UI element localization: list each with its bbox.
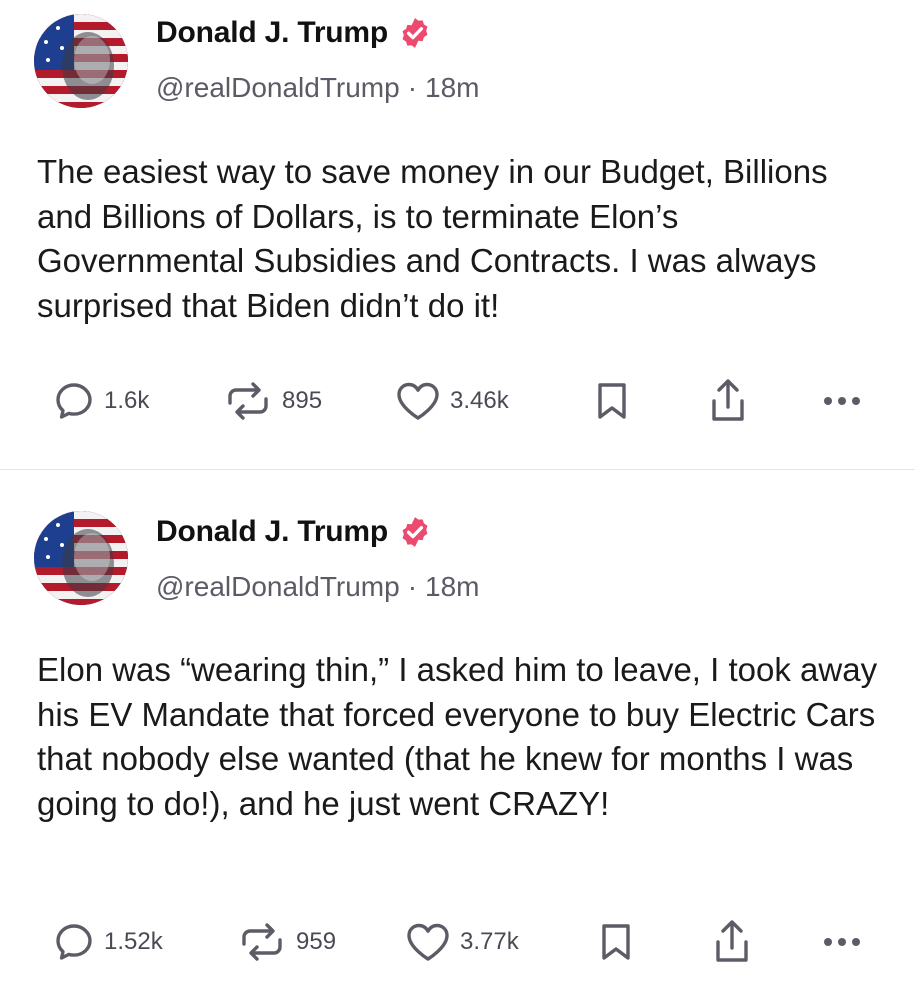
reply-count: 1.52k [104,928,163,955]
reply-icon [56,924,92,960]
share-icon [716,920,748,962]
more-options-button[interactable] [822,376,866,426]
like-count: 3.77k [460,928,519,955]
post-timestamp[interactable]: 18m [425,72,479,104]
post-actions: 1.6k 895 3.46k [0,376,915,426]
post[interactable]: Donald J. Trump @realDonaldTrump · 18m T… [0,0,915,470]
avatar[interactable] [34,14,128,108]
repost-icon [242,923,282,961]
verified-badge-icon [402,18,428,48]
post-actions: 1.52k 959 3.77k [0,917,915,967]
separator-dot: · [407,72,418,103]
handle-row: @realDonaldTrump · 18m [156,571,480,603]
feed: Donald J. Trump @realDonaldTrump · 18m T… [0,0,915,1000]
post-text: The easiest way to save money in our Bud… [37,153,828,324]
author-handle[interactable]: @realDonaldTrump [156,571,400,603]
bookmark-button[interactable] [596,376,628,426]
verified-badge-icon [402,517,428,547]
bookmark-button[interactable] [600,917,632,967]
share-icon [712,379,744,421]
repost-icon [228,382,268,420]
flag-portrait-avatar-icon [34,511,128,605]
more-icon [824,397,860,405]
handle-row: @realDonaldTrump · 18m [156,72,480,104]
like-button[interactable]: 3.46k [394,376,509,426]
reply-button[interactable]: 1.52k [52,917,163,967]
reply-button[interactable]: 1.6k [52,376,149,426]
more-icon [824,938,860,946]
avatar[interactable] [34,511,128,605]
author-row: Donald J. Trump [156,16,432,50]
like-button[interactable]: 3.77k [404,917,519,967]
repost-button[interactable]: 959 [236,917,336,967]
post[interactable]: Donald J. Trump @realDonaldTrump · 18m E… [0,471,915,1000]
reply-icon [56,383,92,419]
reply-count: 1.6k [104,387,150,414]
post-text: Elon was “wearing thin,” I asked him to … [37,651,878,822]
author-row: Donald J. Trump [156,515,432,549]
separator-dot: · [407,571,418,602]
author-name[interactable]: Donald J. Trump [156,515,388,549]
bookmark-icon [598,383,626,419]
share-button[interactable] [710,917,754,967]
like-count: 3.46k [450,387,509,414]
bookmark-icon [602,924,630,960]
author-name[interactable]: Donald J. Trump [156,16,388,50]
repost-count: 959 [296,928,337,955]
share-button[interactable] [706,376,750,426]
more-options-button[interactable] [822,917,866,967]
heart-icon [407,923,449,961]
author-handle[interactable]: @realDonaldTrump [156,72,400,104]
post-timestamp[interactable]: 18m [425,571,479,603]
heart-icon [397,382,439,420]
repost-button[interactable]: 895 [222,376,322,426]
flag-portrait-avatar-icon [34,14,128,108]
repost-count: 895 [282,387,323,414]
